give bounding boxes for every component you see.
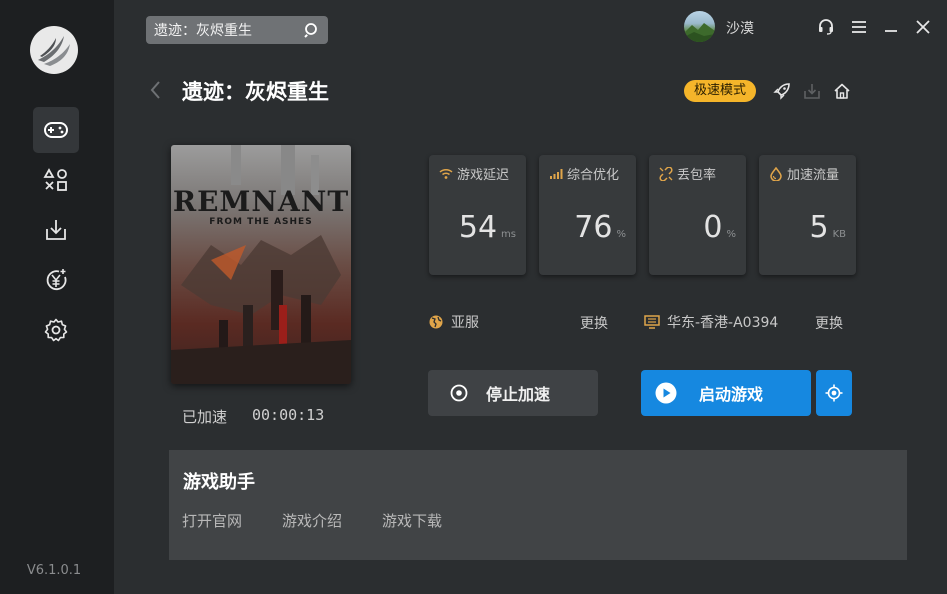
shapes-icon [43,168,67,191]
play-icon [655,382,677,404]
stat-card-traffic: 加速流量 5 KB [759,155,856,275]
sidebar: V6.1.0.1 [0,0,114,594]
region-name: 亚服 [451,315,479,331]
yen-coin-icon [46,269,67,291]
launch-button-label: 启动游戏 [699,385,764,404]
stop-acceleration-button[interactable]: 停止加速 [428,370,598,416]
page-title: 遗迹：灰烬重生 [182,80,329,104]
stat-value: 76 [574,210,613,245]
server-node: 华东-香港-A0394 [644,312,778,332]
change-node-link[interactable]: 更换 [815,313,843,333]
app-logo [30,26,78,74]
download-icon [46,220,66,240]
stat-unit: ms [501,229,516,240]
game-download-link[interactable]: 游戏下载 [382,510,442,531]
app-version: V6.1.0.1 [26,563,82,578]
gear-icon [44,318,68,342]
assistant-title: 游戏助手 [183,472,255,493]
cover-subtitle: FROM THE ASHES [209,217,313,227]
stat-card-optimization: 综合优化 76 % [539,155,636,275]
launch-game-button[interactable]: 启动游戏 [641,370,811,416]
drop-icon [770,166,782,181]
stat-value: 54 [458,210,498,245]
back-chevron-icon[interactable] [149,80,163,104]
server-region: 亚服 [428,312,479,332]
game-assistant-panel: 游戏助手 打开官网 游戏介绍 游戏下载 [169,450,907,560]
close-icon[interactable] [912,16,934,38]
launch-options-button[interactable] [816,370,852,416]
stat-value: 5 [809,210,829,245]
wing-logo-icon [38,36,70,66]
search-box[interactable] [146,16,328,44]
globe-icon [429,315,443,329]
stat-value: 0 [703,210,723,245]
minimize-icon[interactable] [880,16,902,38]
gamepad-icon [44,122,68,138]
stat-unit: % [616,229,626,240]
cover-art [171,145,351,384]
username[interactable]: 沙漠 [726,18,754,38]
avatar[interactable] [684,11,715,42]
stat-label: 综合优化 [567,168,620,183]
nav-games[interactable] [33,107,79,153]
accel-status-label: 已加速 [182,408,228,426]
change-region-link[interactable]: 更换 [580,313,608,333]
broken-link-icon [659,166,673,181]
stat-unit: % [726,229,736,240]
nav-recharge[interactable] [33,257,79,303]
target-icon [825,384,843,402]
official-site-link[interactable]: 打开官网 [182,510,242,531]
stat-card-packet-loss: 丢包率 0 % [649,155,746,275]
node-name: 华东-香港-A0394 [667,315,779,331]
nav-apps[interactable] [33,157,79,203]
speed-mode-badge[interactable]: 极速模式 [684,80,756,102]
search-icon[interactable] [304,22,320,42]
nav-download[interactable] [33,207,79,253]
stat-label: 加速流量 [787,168,840,183]
accel-timer: 00:00:13 [252,406,325,424]
rocket-icon[interactable] [771,80,793,102]
stop-circle-icon [450,384,468,402]
stat-label: 游戏延迟 [457,168,510,183]
menu-icon[interactable] [848,16,870,38]
landscape-avatar-icon [684,23,715,42]
bars-icon [550,168,563,179]
home-icon[interactable] [831,80,853,102]
download-disabled-icon [801,80,823,102]
game-intro-link[interactable]: 游戏介绍 [282,510,342,531]
stop-button-label: 停止加速 [486,385,551,404]
stat-label: 丢包率 [677,168,717,183]
monitor-icon [644,315,660,329]
stat-card-latency: 游戏延迟 54 ms [429,155,526,275]
support-headset-icon[interactable] [815,16,837,38]
stat-unit: KB [832,229,846,240]
cover-title: REMNANT [172,185,350,218]
nav-settings[interactable] [33,307,79,353]
search-input[interactable] [154,22,302,38]
wifi-icon [439,168,453,179]
game-cover: REMNANT FROM THE ASHES [171,145,351,384]
